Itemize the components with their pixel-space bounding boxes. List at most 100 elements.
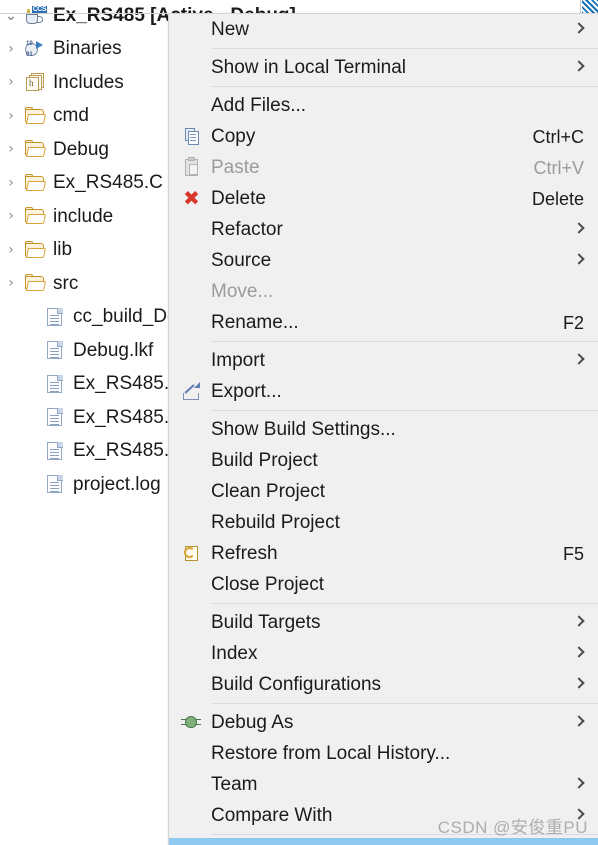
submenu-chevron-right-icon [575, 677, 583, 691]
tree-item-project-log[interactable]: project.log [0, 469, 161, 499]
tree-item-label: Binaries [53, 38, 122, 59]
menu-item-build-configurations[interactable]: Build Configurations [169, 669, 598, 700]
menu-item-rename[interactable]: Rename... F2 [169, 307, 598, 338]
menu-item-shortcut: Ctrl+V [533, 157, 584, 178]
submenu-chevron-right-icon [575, 715, 583, 729]
tree-item-includes[interactable]: › h Includes [0, 67, 124, 97]
menu-item-label: Refactor [211, 219, 283, 240]
menu-item-index[interactable]: Index [169, 638, 598, 669]
menu-item-refactor[interactable]: Refactor [169, 214, 598, 245]
menu-item-label: Close Project [211, 574, 324, 595]
menu-item-label: Build Targets [211, 612, 321, 633]
tree-item-ex-rs485-p[interactable]: Ex_RS485.p [0, 369, 180, 399]
menu-item-import[interactable]: Import [169, 345, 598, 376]
menu-item-show-in-local-terminal[interactable]: Show in Local Terminal [169, 52, 598, 83]
menu-item-export[interactable]: Export... [169, 376, 598, 407]
tree-item-include[interactable]: › include [0, 201, 113, 231]
tree-item-ex-rs485-p[interactable]: Ex_RS485.p [0, 402, 180, 432]
binaries-icon: 10 01 [22, 38, 48, 60]
tree-item-debug[interactable]: › Debug [0, 134, 109, 164]
menu-item-properties[interactable]: PropertiesAlt+Enter [169, 838, 598, 845]
tree-item-label: Debug.lkf [73, 339, 154, 361]
expand-arrow-icon[interactable]: › [0, 109, 22, 123]
submenu-chevron-right-icon [575, 615, 583, 629]
menu-item-move: Move... [169, 276, 598, 307]
menu-item-rebuild-project[interactable]: Rebuild Project [169, 507, 598, 538]
menu-item-label: Move... [211, 281, 274, 302]
tree-item-label: cmd [53, 105, 89, 126]
submenu-chevron-right-icon [575, 222, 583, 236]
file-icon [42, 440, 68, 462]
tree-item-ex-rs485-sl[interactable]: Ex_RS485.sl [0, 436, 183, 466]
menu-item-label: Refresh [211, 543, 278, 564]
menu-item-clean-project[interactable]: Clean Project [169, 476, 598, 507]
folder-icon [22, 205, 48, 227]
menu-item-show-build-settings[interactable]: Show Build Settings... [169, 414, 598, 445]
tree-item-label: src [53, 272, 79, 294]
expand-arrow-icon[interactable]: › [0, 276, 22, 290]
menu-item-debug-as[interactable]: Debug As [169, 707, 598, 738]
menu-item-shortcut: F5 [562, 543, 584, 564]
delete-icon: ✖ [183, 186, 200, 210]
tree-item-binaries[interactable]: › 10 01 Binaries [0, 34, 122, 64]
expand-arrow-icon[interactable]: › [0, 142, 22, 156]
menu-separator [211, 86, 598, 87]
expand-arrow-icon[interactable]: ⌄ [0, 9, 22, 23]
tree-item-debug-lkf[interactable]: Debug.lkf [0, 335, 153, 365]
paste-icon [181, 157, 202, 178]
menu-item-label: New [211, 19, 250, 40]
menu-item-copy[interactable]: Copy Ctrl+C [169, 121, 598, 152]
menu-item-shortcut: Delete [531, 188, 584, 209]
submenu-chevron-right-icon [575, 777, 583, 791]
tree-item-lib[interactable]: › lib [0, 235, 72, 265]
submenu-chevron-right-icon [575, 253, 583, 267]
tree-item-label: project.log [73, 473, 161, 495]
expand-arrow-icon[interactable]: › [0, 42, 22, 56]
file-icon [42, 406, 68, 428]
menu-item-source[interactable]: Source [169, 245, 598, 276]
menu-item-delete[interactable]: ✖ Delete Delete [169, 183, 598, 214]
scrollbar-divider [580, 0, 581, 14]
submenu-chevron-right-icon [575, 60, 583, 74]
menu-item-label: Show Build Settings... [211, 419, 396, 440]
menu-item-label: Restore from Local History... [211, 743, 451, 764]
scrollbar-corner[interactable] [582, 0, 598, 14]
tree-item-ex-rs485-c[interactable]: › Ex_RS485.C [0, 168, 163, 198]
menu-item-team[interactable]: Team [169, 769, 598, 800]
tree-item-cc-build-de[interactable]: cc_build_De [0, 302, 178, 332]
menu-item-label: Debug As [211, 712, 294, 733]
tree-item-label: Ex_RS485.p [73, 406, 180, 428]
expand-arrow-icon[interactable]: › [0, 75, 22, 89]
expand-arrow-icon[interactable]: › [0, 243, 22, 257]
file-icon [42, 306, 68, 328]
menu-item-restore-from-local-history[interactable]: Restore from Local History... [169, 738, 598, 769]
tree-item-cmd[interactable]: › cmd [0, 101, 89, 131]
menu-item-refresh[interactable]: Refresh F5 [169, 538, 598, 569]
copy-icon [181, 126, 202, 147]
project-context-menu[interactable]: New Show in Local Terminal Add Files... Cop… [168, 13, 598, 845]
menu-item-label: Import [211, 350, 265, 371]
menu-item-label: Export... [211, 381, 282, 402]
submenu-chevron-right-icon [575, 646, 583, 660]
expand-arrow-icon[interactable]: › [0, 176, 22, 190]
menu-separator [211, 834, 598, 835]
menu-separator [211, 603, 598, 604]
menu-item-build-targets[interactable]: Build Targets [169, 607, 598, 638]
tree-item-label: Ex_RS485.sl [73, 440, 183, 461]
menu-item-new[interactable]: New [169, 14, 598, 45]
menu-item-compare-with[interactable]: Compare With [169, 800, 598, 831]
menu-item-add-files[interactable]: Add Files... [169, 90, 598, 121]
file-icon [42, 373, 68, 395]
tree-item-label: include [53, 205, 114, 227]
tree-item-src[interactable]: › src [0, 268, 78, 298]
folder-icon [22, 138, 48, 160]
menu-item-close-project[interactable]: Close Project [169, 569, 598, 600]
menu-item-build-project[interactable]: Build Project [169, 445, 598, 476]
tree-item-label: Debug [53, 138, 109, 160]
menu-item-label: Rebuild Project [211, 512, 340, 533]
menu-item-label: Compare With [211, 805, 333, 826]
expand-arrow-icon[interactable]: › [0, 209, 22, 223]
file-icon [42, 473, 68, 495]
export-icon [181, 381, 202, 402]
eclipse-project-explorer-window: ⌄CCSEx_RS485 [Active - Debug]›1001Binari… [0, 0, 598, 845]
